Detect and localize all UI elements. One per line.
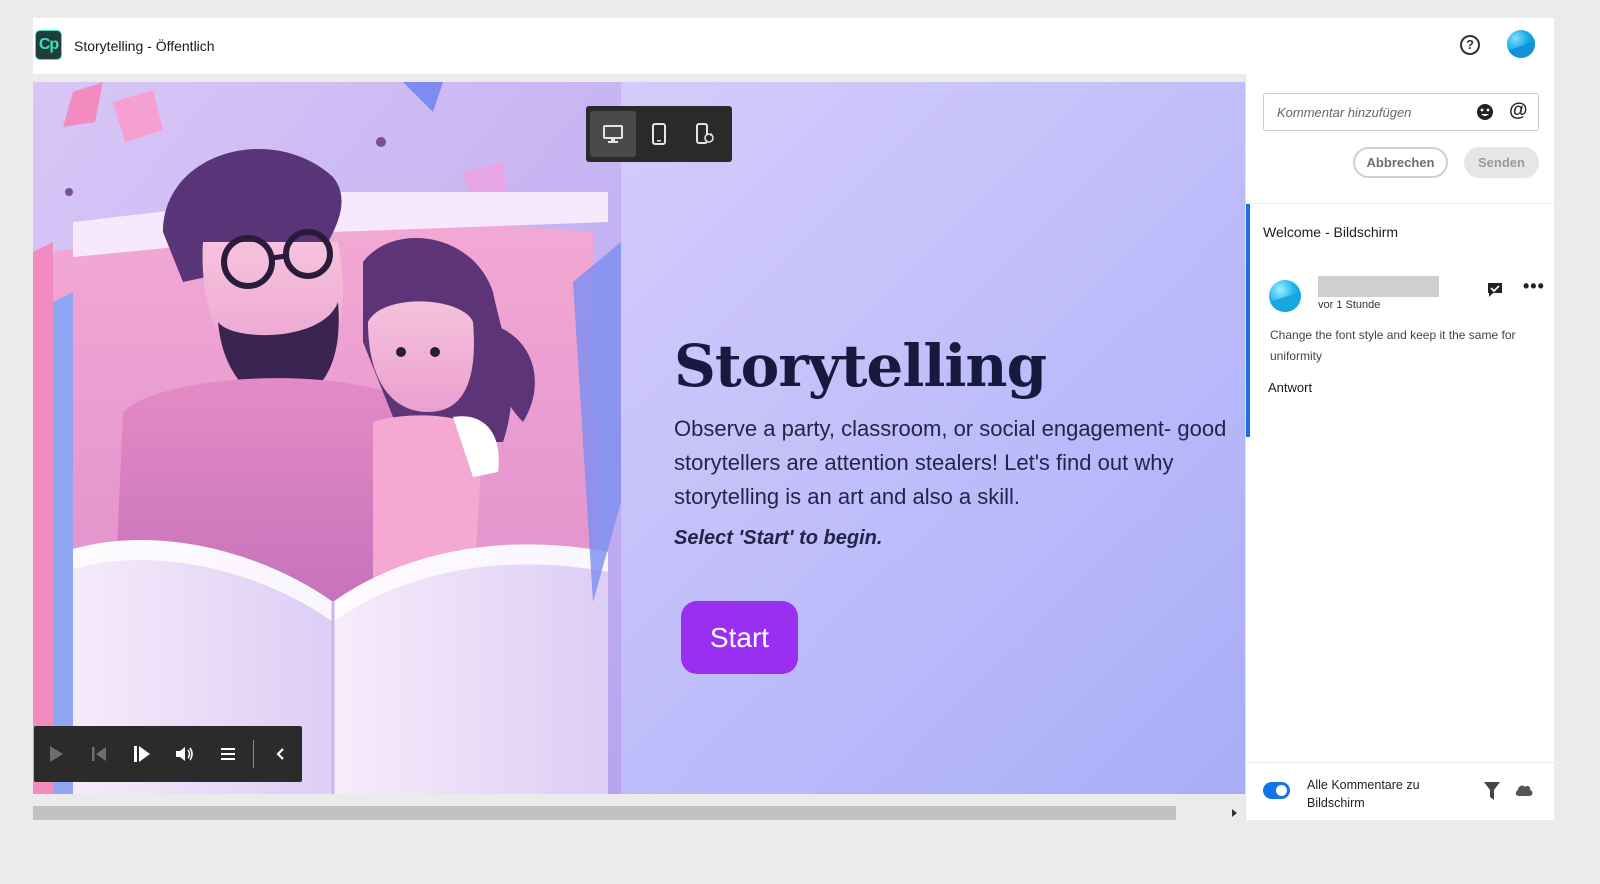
collapse-player-button[interactable] — [258, 726, 301, 782]
document-title: Storytelling - Öffentlich — [74, 38, 215, 54]
player-divider — [253, 740, 254, 768]
mention-icon[interactable]: @ — [1509, 100, 1528, 122]
comments-panel: @ Abbrechen Senden Welcome - Bildschirm … — [1245, 74, 1555, 820]
chevron-left-icon — [275, 748, 284, 760]
playback-control-bar — [34, 726, 302, 782]
mobile-icon — [652, 123, 666, 145]
more-options-icon[interactable]: ••• — [1523, 276, 1545, 297]
comment-input[interactable] — [1264, 94, 1464, 130]
emoji-icon[interactable] — [1476, 103, 1494, 121]
next-slide-icon — [133, 746, 150, 762]
start-button[interactable]: Start — [681, 601, 798, 674]
slide-preview: Storytelling Observe a party, classroom,… — [33, 82, 1245, 794]
comments-footer: Alle Kommentare zu Bildschirm — [1246, 762, 1555, 820]
volume-button[interactable] — [163, 726, 206, 782]
rewind-button[interactable] — [77, 726, 120, 782]
comment-input-box: @ — [1263, 93, 1539, 131]
mobile-view-button[interactable] — [636, 111, 682, 157]
volume-icon — [175, 747, 193, 761]
slide-hint-text: Select 'Start' to begin. — [674, 527, 883, 549]
scrollbar-thumb[interactable] — [33, 806, 1176, 820]
device-preview-toolbar — [586, 106, 732, 162]
rewind-icon — [91, 747, 106, 761]
help-icon[interactable]: ? — [1460, 35, 1480, 55]
slide-body-text: Observe a party, classroom, or social en… — [674, 416, 1227, 509]
comment-text: Change the font style and keep it the sa… — [1270, 328, 1516, 363]
resolve-comment-icon[interactable] — [1487, 282, 1503, 298]
desktop-icon — [603, 125, 623, 143]
top-bar: Cp Storytelling - Öffentlich ? — [33, 18, 1554, 74]
menu-list-icon — [220, 748, 235, 760]
show-all-comments-toggle[interactable] — [1263, 782, 1290, 799]
commenter-avatar — [1269, 280, 1301, 312]
show-all-comments-label: Alle Kommentare zu Bildschirm — [1307, 778, 1420, 810]
captivate-logo-icon: Cp — [35, 30, 62, 60]
comment-thread[interactable]: Welcome - Bildschirm vor 1 Stunde ••• Ch… — [1246, 204, 1555, 437]
horizontal-scrollbar[interactable] — [33, 806, 1245, 820]
table-of-contents-button[interactable] — [206, 726, 249, 782]
rotate-device-icon — [696, 123, 714, 144]
cloud-icon[interactable] — [1514, 783, 1534, 797]
user-avatar[interactable] — [1507, 30, 1535, 58]
filter-icon[interactable] — [1483, 781, 1501, 801]
comment-timestamp: vor 1 Stunde — [1318, 299, 1381, 311]
play-button[interactable] — [34, 726, 77, 782]
rotate-device-button[interactable] — [682, 111, 728, 157]
desktop-view-button[interactable] — [590, 111, 636, 157]
commenter-name-redacted — [1318, 276, 1439, 297]
play-icon — [49, 746, 63, 762]
father-daughter-reading-illustration — [33, 82, 621, 794]
send-button[interactable]: Senden — [1464, 147, 1539, 178]
scroll-right-arrow-icon[interactable] — [1232, 809, 1237, 817]
next-slide-button[interactable] — [120, 726, 163, 782]
slide-title: Storytelling — [674, 332, 1047, 400]
thread-title: Welcome - Bildschirm — [1263, 224, 1399, 240]
cancel-button[interactable]: Abbrechen — [1353, 147, 1448, 178]
reply-link[interactable]: Antwort — [1268, 380, 1312, 395]
